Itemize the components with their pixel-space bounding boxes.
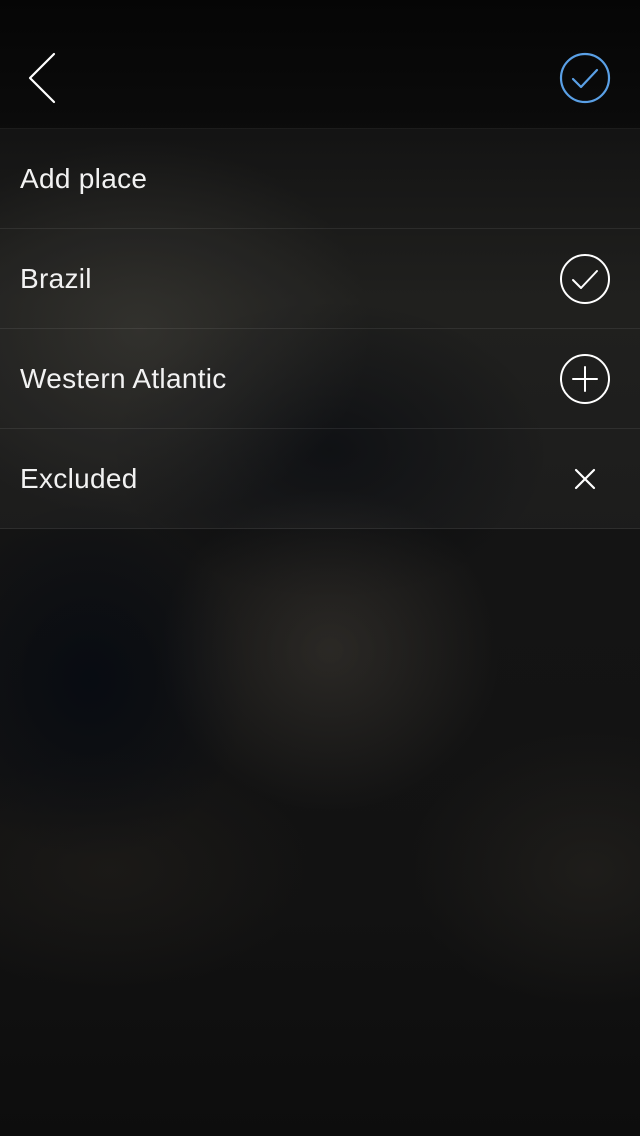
check-circle-icon[interactable]: [558, 253, 612, 305]
place-row-excluded[interactable]: Excluded: [0, 429, 640, 529]
place-label: Excluded: [20, 463, 138, 494]
chevron-left-icon: [18, 48, 68, 108]
place-row-western-atlantic[interactable]: Western Atlantic: [0, 329, 640, 429]
check-circle-icon: [558, 52, 612, 106]
plus-circle-icon[interactable]: [558, 353, 612, 405]
places-list: Add place Brazil Western Atlantic Exclud…: [0, 128, 640, 529]
confirm-button[interactable]: [558, 52, 612, 106]
place-row-brazil[interactable]: Brazil: [0, 229, 640, 329]
add-place-row[interactable]: Add place: [0, 129, 640, 229]
place-label: Western Atlantic: [20, 363, 227, 394]
close-icon[interactable]: [558, 453, 612, 505]
add-place-label: Add place: [20, 163, 148, 194]
place-label: Brazil: [20, 263, 92, 294]
navigation-header: [0, 0, 640, 128]
back-button[interactable]: [18, 48, 68, 108]
